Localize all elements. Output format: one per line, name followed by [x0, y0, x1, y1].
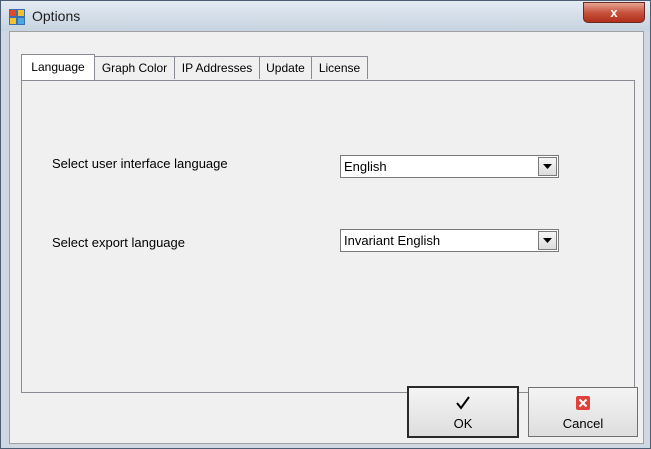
tab-label: IP Addresses — [181, 61, 253, 75]
language-tab-page: Select user interface language English S… — [21, 80, 635, 393]
export-language-value: Invariant English — [344, 233, 441, 248]
title-bar[interactable]: Options x — [1, 1, 650, 31]
ok-button-label: OK — [453, 416, 473, 431]
tab-update[interactable]: Update — [259, 56, 312, 79]
window-title: Options — [32, 8, 81, 24]
checkmark-icon — [456, 396, 470, 415]
ui-language-label: Select user interface language — [52, 156, 228, 171]
cancel-icon — [576, 396, 590, 415]
options-window: Options x Language Graph Color IP Addres… — [0, 0, 651, 449]
tab-language[interactable]: Language — [21, 54, 95, 80]
tab-label: Language — [31, 60, 85, 74]
export-language-select[interactable]: Invariant English — [340, 229, 559, 252]
tab-label: License — [318, 61, 361, 75]
app-icon — [9, 9, 25, 25]
export-language-label: Select export language — [52, 235, 185, 250]
dialog-body: Language Graph Color IP Addresses Update… — [9, 31, 644, 444]
cancel-button-label: Cancel — [562, 416, 604, 431]
ui-language-select[interactable]: English — [340, 155, 559, 178]
close-button[interactable]: x — [583, 2, 645, 23]
cancel-button[interactable]: Cancel — [528, 387, 638, 437]
tab-graph-color[interactable]: Graph Color — [94, 56, 175, 79]
close-icon: x — [610, 5, 618, 20]
chevron-down-icon[interactable] — [538, 157, 557, 176]
tab-ip-addresses[interactable]: IP Addresses — [174, 56, 260, 79]
ok-button[interactable]: OK — [407, 386, 519, 438]
ui-language-value: English — [344, 159, 387, 174]
tab-label: Update — [266, 61, 305, 75]
chevron-down-icon[interactable] — [538, 231, 557, 250]
tab-label: Graph Color — [101, 61, 168, 75]
tab-license[interactable]: License — [311, 56, 368, 79]
